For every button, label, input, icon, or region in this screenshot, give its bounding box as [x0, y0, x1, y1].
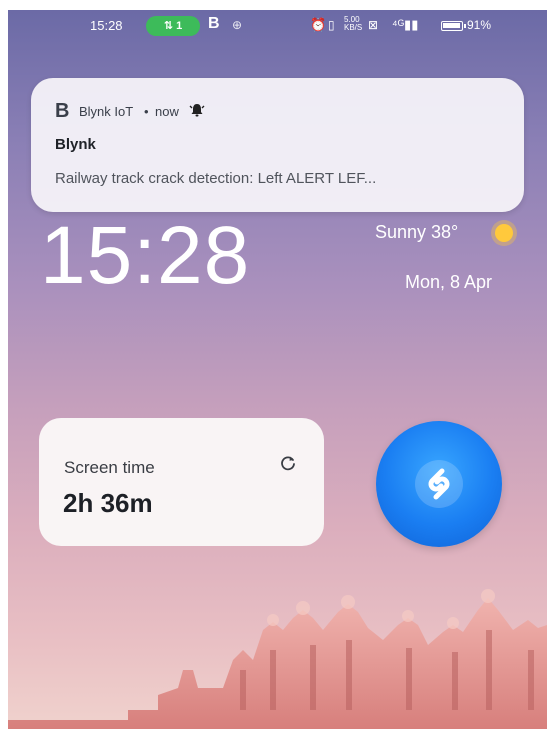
palace-wallpaper-art	[8, 589, 547, 729]
screen-time-value: 2h 36m	[63, 488, 153, 518]
notification-body: Railway track crack detection: Left ALER…	[55, 170, 377, 187]
alarm-icon: ⏰	[310, 17, 327, 32]
lock-screen: 15:28 ⇅ 1 B ⊕ ⏰ ▯ 5.00 KB/S ⊠ ⁴ᴳ▮▮ 91% B…	[8, 10, 547, 729]
screen-time-widget[interactable]: Screen time 2h 36m	[39, 418, 324, 546]
refresh-icon[interactable]	[279, 454, 297, 478]
sun-icon	[495, 224, 513, 242]
notification-title: Blynk	[55, 136, 96, 153]
vibrate-icon: ▯	[328, 18, 335, 32]
weather-text: Sunny 38°	[375, 222, 459, 242]
status-bar: 15:28 ⇅ 1 B ⊕ ⏰ ▯ 5.00 KB/S ⊠ ⁴ᴳ▮▮ 91%	[8, 10, 547, 44]
shazam-icon	[415, 460, 463, 508]
battery-percent: 91%	[467, 18, 492, 32]
battery-icon	[441, 21, 466, 31]
lock-clock: 15:28	[40, 210, 251, 301]
shazam-button[interactable]	[376, 421, 502, 547]
notification-separator: •	[144, 104, 149, 119]
misc-status-icon: ⊕	[232, 18, 243, 32]
blynk-app-icon: B	[55, 100, 70, 122]
bell-icon	[189, 102, 205, 121]
hotspot-badge: ⇅ 1	[146, 16, 200, 36]
app-badge-icon: B	[208, 15, 220, 32]
notification-card[interactable]: B Blynk IoT • now Blynk Railway track cr…	[31, 78, 524, 212]
signal-icon: ⁴ᴳ▮▮	[392, 17, 419, 32]
network-icon: ⊠	[368, 18, 379, 32]
network-speed: 5.00 KB/S	[344, 15, 363, 32]
notification-time: now	[155, 104, 179, 119]
status-time: 15:28	[90, 18, 123, 33]
notification-app-name: Blynk IoT	[79, 104, 134, 119]
lock-date: Mon, 8 Apr	[405, 272, 493, 292]
screen-time-label: Screen time	[64, 458, 155, 477]
